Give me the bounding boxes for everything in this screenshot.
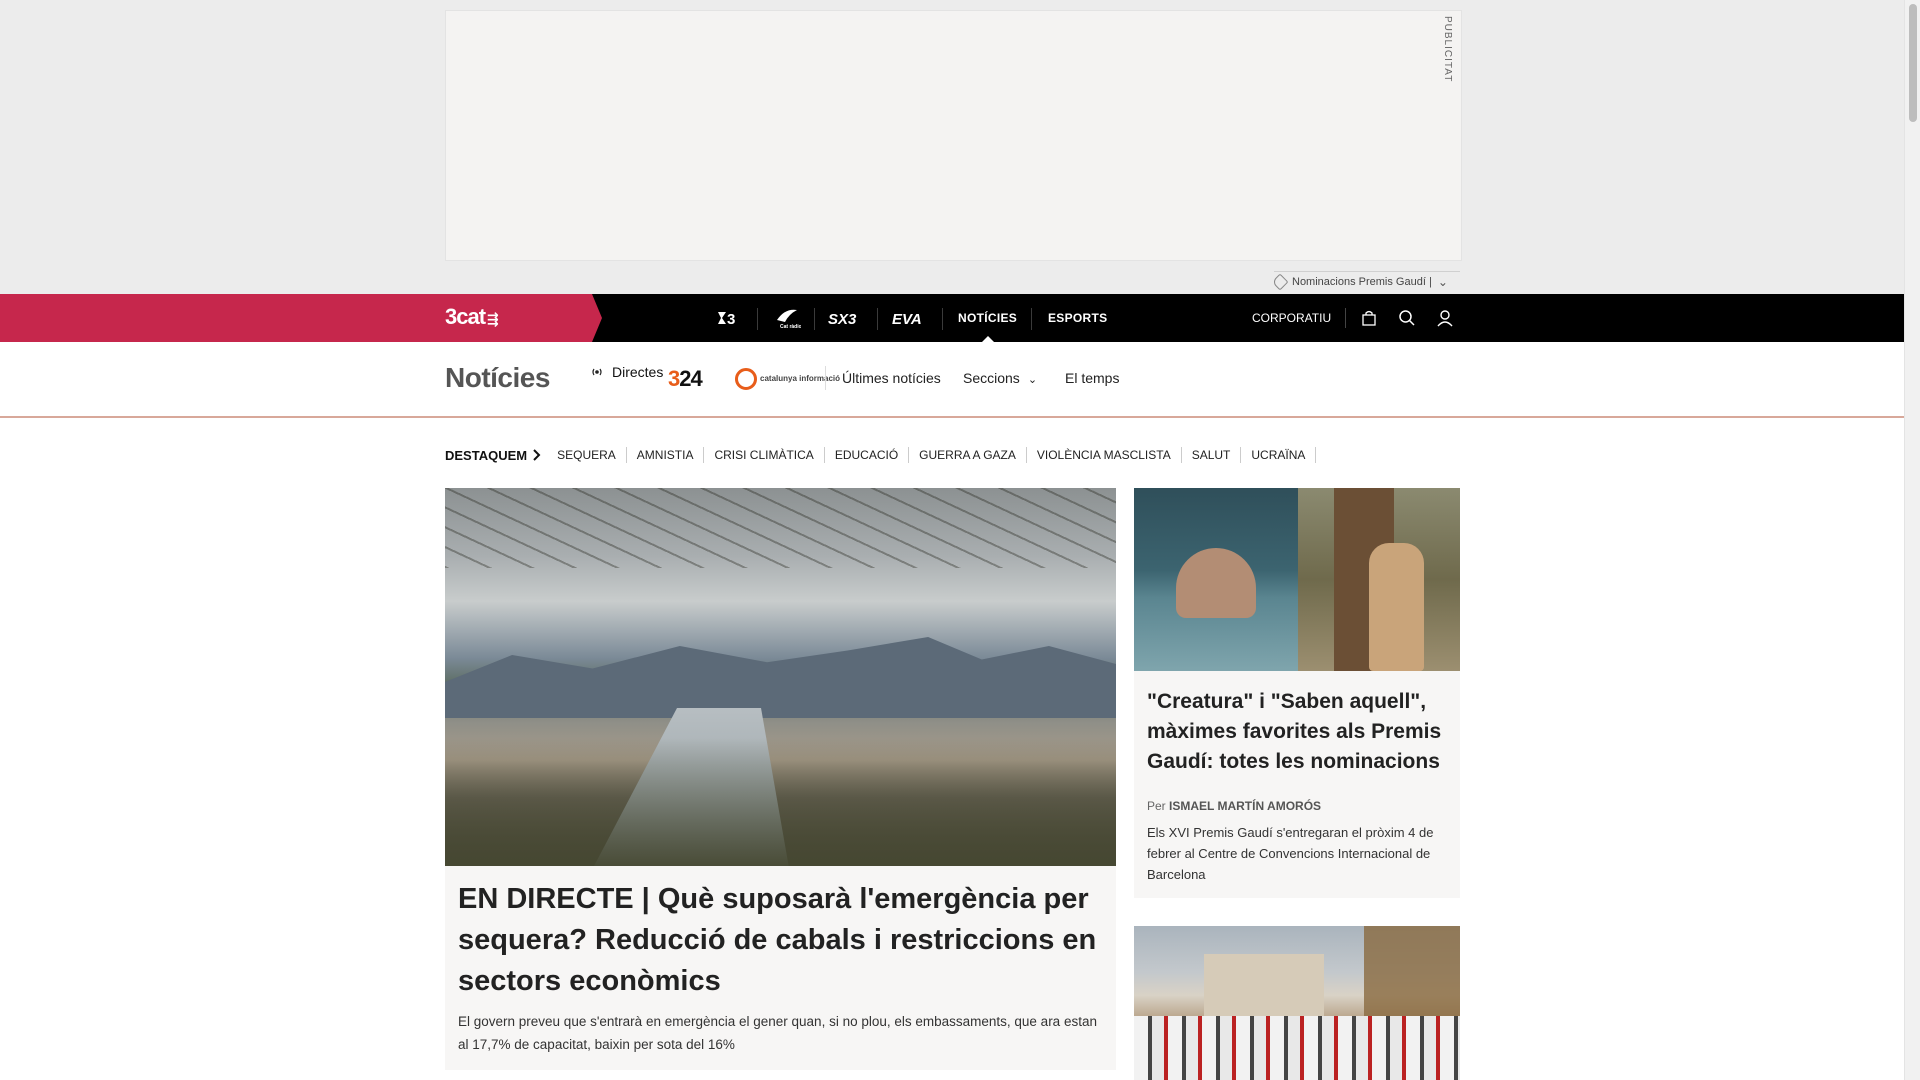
tv3-logo-icon[interactable]: 3: [712, 304, 746, 332]
highlight-tag[interactable]: GUERRA A GAZA: [909, 447, 1027, 463]
main-article-card[interactable]: EN DIRECTE | Què suposarà l'emergència p…: [445, 488, 1116, 1070]
svg-text:EVA: EVA: [892, 311, 922, 327]
ad-label: PUBLICITAT: [1442, 16, 1453, 83]
highlight-tag[interactable]: CRISI CLIMÀTICA: [704, 447, 825, 463]
324-logo[interactable]: 324: [668, 366, 703, 392]
side-article-summary: Els XVI Premis Gaudí s'entregaran el prò…: [1147, 825, 1434, 882]
chevron-down-icon: ⌄: [1437, 275, 1448, 289]
highlight-tag[interactable]: UCRAÏNA: [1241, 447, 1317, 463]
tag-icon: [1271, 273, 1289, 291]
svg-text:SX3: SX3: [828, 311, 857, 327]
brand-wedge: [0, 294, 602, 342]
chevron-right-icon: [533, 449, 541, 461]
ultimes-noticies-link[interactable]: Últimes notícies: [842, 370, 941, 386]
ci-logo-mark-icon: [735, 368, 757, 390]
image-mountains: [445, 637, 1116, 718]
324-logo-text: 24: [679, 366, 703, 391]
nav-noticies[interactable]: NOTÍCIES: [958, 294, 1017, 342]
corporatiu-link[interactable]: CORPORATIU: [1252, 294, 1331, 342]
el-temps-link[interactable]: El temps: [1065, 370, 1119, 386]
image-guitarist: [1369, 543, 1424, 671]
topic-tag-dropdown[interactable]: Nominacions Premis Gaudí | ⌄: [1271, 271, 1460, 292]
seccions-label: Seccions: [963, 370, 1020, 386]
svg-text:3: 3: [727, 311, 735, 328]
ad-zone: PUBLICITAT Nominacions Premis Gaudí | ⌄: [0, 0, 1904, 294]
user-icon[interactable]: [1434, 307, 1456, 329]
ad-banner[interactable]: [445, 10, 1462, 261]
image-building: [1204, 954, 1324, 1024]
image-shore: [445, 738, 1116, 866]
channel-separator: [942, 308, 943, 330]
main-article-title[interactable]: EN DIRECTE | Què suposarà l'emergència p…: [458, 879, 1103, 1002]
destaquem-label: DESTAQUEM: [445, 448, 541, 463]
3cat-logo[interactable]: 3cat ⇶: [445, 304, 499, 330]
nav-esports[interactable]: ESPORTS: [1048, 294, 1107, 342]
eva-logo-icon[interactable]: EVA: [890, 304, 930, 332]
side-article-byline: Per ISMAEL MARTÍN AMORÓS: [1147, 799, 1321, 813]
scrollbar[interactable]: [1904, 0, 1920, 1080]
svg-text:Cat ràdio: Cat ràdio: [780, 324, 801, 330]
directes-label: Directes: [612, 364, 664, 380]
highlight-tag[interactable]: SEQUERA: [547, 447, 627, 463]
top-navigation: 3cat ⇶ 3 Cat ràdio SX3 EVA NOTÍCIES ESPOR…: [0, 294, 1904, 342]
side-article-2-image[interactable]: [1134, 926, 1460, 1080]
image-branches: [445, 488, 1116, 568]
destaquem-text: DESTAQUEM: [445, 447, 528, 463]
3cat-logo-text: 3cat: [445, 304, 486, 329]
channel-separator: [814, 308, 815, 330]
highlight-tag[interactable]: SALUT: [1182, 447, 1242, 463]
image-crowd: [1134, 1016, 1460, 1080]
channel-separator: [757, 308, 758, 330]
seccions-dropdown[interactable]: Seccions ⌄: [963, 370, 1037, 386]
ci-logo-text: catalunya informació: [760, 374, 841, 383]
directes-button[interactable]: Directes: [590, 364, 663, 380]
side-article-title[interactable]: "Creatura" i "Saben aquell", màximes fav…: [1147, 687, 1452, 777]
highlight-tag[interactable]: AMNISTIA: [627, 447, 705, 463]
chevron-down-icon: ⌄: [1027, 374, 1038, 386]
scrollbar-thumb[interactable]: [1909, 4, 1917, 122]
topic-tag-label: Nominacions Premis Gaudí |: [1292, 276, 1432, 288]
live-broadcast-icon: [590, 365, 604, 379]
section-header: Notícies Directes 324 catalunya informac…: [0, 342, 1904, 418]
channel-separator: [1031, 308, 1032, 330]
page-title[interactable]: Notícies: [445, 362, 550, 394]
catradio-logo-icon[interactable]: Cat ràdio: [770, 304, 804, 332]
channel-separator: [877, 308, 878, 330]
sx3-logo-icon[interactable]: SX3: [826, 304, 866, 332]
main-article-image[interactable]: [445, 488, 1116, 866]
byline-prefix: Per: [1147, 799, 1166, 813]
author-name[interactable]: ISMAEL MARTÍN AMORÓS: [1169, 799, 1321, 813]
shopping-bag-icon[interactable]: [1358, 307, 1380, 329]
search-icon[interactable]: [1396, 307, 1418, 329]
utility-separator: [1345, 308, 1346, 328]
side-article-2-card[interactable]: [1134, 926, 1460, 1080]
highlights-bar: DESTAQUEM SEQUERA AMNISTIA CRISI CLIMÀTI…: [445, 444, 1317, 466]
side-article-image[interactable]: [1134, 488, 1460, 671]
highlight-tag[interactable]: VIOLÈNCIA MASCLISTA: [1027, 447, 1182, 463]
image-face: [1176, 548, 1256, 618]
header-separator: [825, 366, 826, 390]
side-article-card[interactable]: "Creatura" i "Saben aquell", màximes fav…: [1134, 488, 1460, 898]
main-article-summary: El govern preveu que s'entrarà en emergè…: [458, 1014, 1097, 1052]
highlight-tag[interactable]: EDUCACIÓ: [825, 447, 910, 463]
bolt-icon: ⇶: [487, 311, 499, 327]
